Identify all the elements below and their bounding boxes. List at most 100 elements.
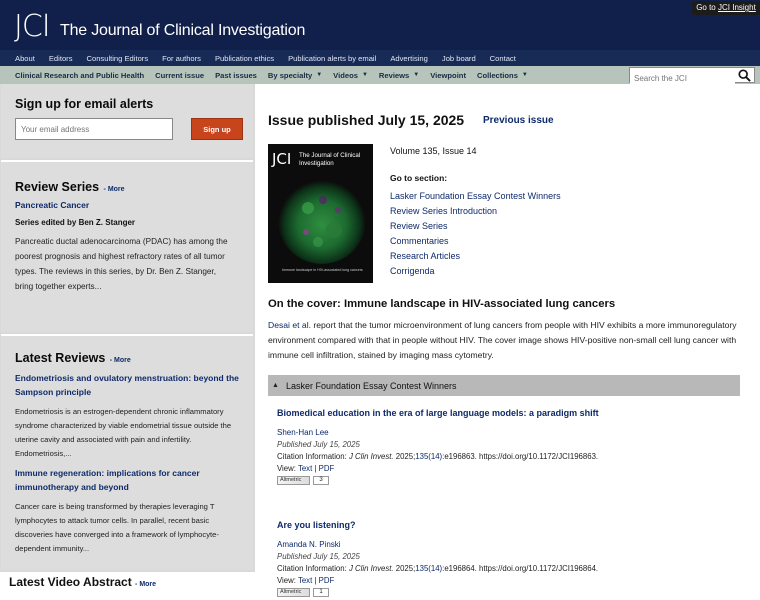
nav-label: Viewpoint bbox=[430, 70, 466, 80]
section-link-corrigenda[interactable]: Corrigenda bbox=[390, 266, 435, 276]
nav-by-specialty[interactable]: By specialty ▼ bbox=[268, 71, 322, 80]
caret-down-icon: ▼ bbox=[316, 72, 323, 78]
journal-name[interactable]: The Journal of Clinical Investigation bbox=[60, 22, 305, 40]
latest-review-body: Cancer care is being transformed by ther… bbox=[15, 502, 219, 553]
nav-about[interactable]: About bbox=[15, 54, 35, 63]
email-alert-heading: Sign up for email alerts bbox=[15, 97, 154, 111]
review-series-body: Pancreatic ductal adenocarcinoma (PDAC) … bbox=[15, 237, 228, 291]
nav-current-issue[interactable]: Current issue bbox=[155, 71, 204, 80]
altmetric-count: 3 bbox=[313, 476, 329, 485]
nav-label: Collections bbox=[476, 70, 518, 80]
article-citation: Citation Information: J Clin Invest. 202… bbox=[277, 452, 747, 461]
article-item: Are you listening? Amanda N. Pinski Publ… bbox=[277, 520, 747, 597]
review-series-more-link[interactable]: - More bbox=[104, 186, 125, 193]
goto-section-label: Go to section: bbox=[390, 173, 448, 183]
section-link-commentaries[interactable]: Commentaries bbox=[390, 236, 449, 246]
search-icon[interactable] bbox=[738, 69, 751, 82]
insight-link-box[interactable]: Go to JCI Insight bbox=[692, 1, 760, 15]
view-label: View: bbox=[277, 576, 298, 585]
nav-viewpoint[interactable]: Viewpoint bbox=[430, 71, 466, 80]
latest-reviews-more-link[interactable]: - More bbox=[110, 357, 131, 364]
article-published: Published July 15, 2025 bbox=[277, 552, 360, 561]
citation-journal: J Clin Invest. bbox=[348, 564, 394, 573]
email-input[interactable] bbox=[15, 118, 173, 140]
view-text-link[interactable]: Text bbox=[298, 576, 312, 585]
section-bar-lasker[interactable]: ▲ Lasker Foundation Essay Contest Winner… bbox=[268, 375, 740, 396]
nav-past-issues[interactable]: Past issues bbox=[215, 71, 257, 80]
cover-description: Desai et al. report that the tumor micro… bbox=[268, 318, 743, 363]
nav-editors[interactable]: Editors bbox=[49, 54, 73, 63]
cover-heading: On the cover: Immune landscape in HIV-as… bbox=[268, 298, 616, 310]
signup-button[interactable]: Sign up bbox=[191, 118, 243, 140]
section-link-research-articles[interactable]: Research Articles bbox=[390, 251, 460, 261]
cover-logo: JCI bbox=[272, 150, 292, 168]
section-bar-label: Lasker Foundation Essay Contest Winners bbox=[285, 380, 457, 391]
altmetric-widget[interactable]: Altmetric 1 bbox=[277, 588, 747, 597]
nav-label: Clinical Research and Public Health bbox=[15, 70, 145, 80]
nav-job-board[interactable]: Job board bbox=[442, 54, 476, 63]
jci-logo[interactable]: JCI bbox=[14, 9, 51, 44]
review-series-title[interactable]: Pancreatic Cancer bbox=[15, 198, 89, 212]
altmetric-widget[interactable]: Altmetric 3 bbox=[277, 476, 747, 485]
latest-reviews-header: Latest Reviews - More bbox=[15, 349, 131, 367]
view-pdf-link[interactable]: PDF bbox=[319, 576, 335, 585]
article-title[interactable]: Are you listening? bbox=[277, 520, 747, 530]
issue-title: Issue published July 15, 2025 bbox=[268, 112, 465, 128]
section-link-lasker[interactable]: Lasker Foundation Essay Contest Winners bbox=[390, 191, 561, 201]
nav-collections[interactable]: Collections ▼ bbox=[477, 71, 528, 80]
review-series-heading: Review Series bbox=[15, 180, 100, 194]
primary-nav: About Editors Consulting Editors For aut… bbox=[0, 50, 760, 66]
latest-video-header: Latest Video Abstract - More bbox=[9, 575, 156, 589]
article-title[interactable]: Biomedical education in the era of large… bbox=[277, 408, 747, 418]
nav-contact[interactable]: Contact bbox=[490, 54, 516, 63]
nav-label: Past issues bbox=[215, 70, 257, 80]
nav-videos[interactable]: Videos ▼ bbox=[333, 71, 368, 80]
volume-issue: Volume 135, Issue 14 bbox=[390, 146, 477, 156]
latest-video-more-link[interactable]: - More bbox=[135, 581, 156, 588]
citation-prefix: Citation Information: bbox=[277, 564, 349, 573]
citation-issue-link[interactable]: 135(14) bbox=[415, 452, 442, 461]
view-text-link[interactable]: Text bbox=[298, 464, 312, 473]
previous-issue-link[interactable]: Previous issue bbox=[483, 115, 554, 126]
insight-prefix: Go to bbox=[696, 3, 716, 12]
caret-down-icon: ▼ bbox=[521, 72, 528, 78]
altmetric-badge: Altmetric bbox=[277, 476, 310, 485]
article-view-links: View: Text | PDF bbox=[277, 576, 747, 585]
nav-consulting-editors[interactable]: Consulting Editors bbox=[87, 54, 149, 63]
latest-review-title[interactable]: Endometriosis and ovulatory menstruation… bbox=[15, 371, 240, 399]
nav-publication-ethics[interactable]: Publication ethics bbox=[215, 54, 274, 63]
citation-issue-link[interactable]: 135(14) bbox=[415, 564, 442, 573]
search-input[interactable] bbox=[630, 71, 735, 86]
citation-rest: :e196864. https://doi.org/10.1172/JCI196… bbox=[442, 564, 599, 573]
citation-journal: J Clin Invest. bbox=[348, 452, 394, 461]
latest-review-title[interactable]: Immune regeneration: implications for ca… bbox=[15, 466, 240, 494]
altmetric-count: 1 bbox=[313, 588, 329, 597]
cover-author-link[interactable]: Desai et al. bbox=[268, 320, 311, 330]
caret-down-icon: ▼ bbox=[413, 72, 420, 78]
site-header: JCI The Journal of Clinical Investigatio… bbox=[0, 0, 760, 50]
article-author[interactable]: Amanda N. Pinski bbox=[277, 540, 747, 549]
nav-publication-alerts[interactable]: Publication alerts by email bbox=[288, 54, 376, 63]
article-published: Published July 15, 2025 bbox=[277, 440, 360, 449]
caret-down-icon: ▼ bbox=[361, 72, 368, 78]
cover-description-text: report that the tumor microenvironment o… bbox=[268, 320, 737, 360]
latest-video-heading: Latest Video Abstract bbox=[9, 575, 132, 589]
nav-clinical-research[interactable]: Clinical Research and Public Health bbox=[15, 71, 144, 80]
collapse-triangle-icon[interactable]: ▲ bbox=[272, 382, 279, 389]
nav-label: Videos bbox=[333, 70, 358, 80]
cover-image[interactable]: JCI The Journal of Clinical Investigatio… bbox=[268, 144, 373, 283]
section-link-review-series[interactable]: Review Series bbox=[390, 221, 448, 231]
article-author[interactable]: Shen-Han Lee bbox=[277, 428, 747, 437]
section-link-review-series-intro[interactable]: Review Series Introduction bbox=[390, 206, 497, 216]
review-series-editor: Series edited by Ben Z. Stanger bbox=[15, 218, 136, 227]
article-item: Biomedical education in the era of large… bbox=[277, 408, 747, 485]
citation-prefix: Citation Information: bbox=[277, 452, 349, 461]
view-pdf-link[interactable]: PDF bbox=[319, 464, 335, 473]
nav-advertising[interactable]: Advertising bbox=[390, 54, 428, 63]
cover-caption: Immune landscape in HIV-associated lung … bbox=[282, 268, 363, 272]
nav-reviews[interactable]: Reviews ▼ bbox=[379, 71, 419, 80]
insight-link[interactable]: JCI Insight bbox=[718, 3, 756, 12]
nav-label: Reviews bbox=[378, 70, 410, 80]
nav-for-authors[interactable]: For authors bbox=[162, 54, 201, 63]
citation-rest: :e196863. https://doi.org/10.1172/JCI196… bbox=[442, 452, 599, 461]
